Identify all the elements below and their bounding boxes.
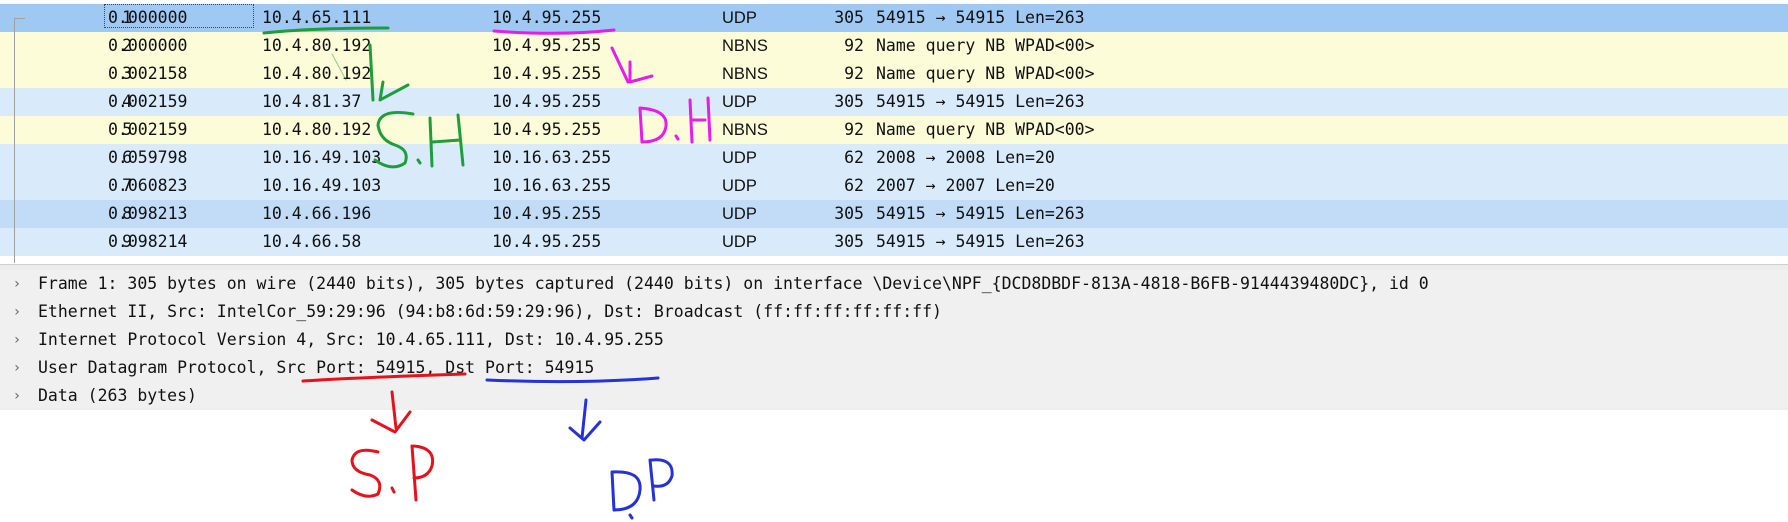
packet-cell-info: 54915 → 54915 Len=263 bbox=[876, 8, 1085, 27]
packet-cell-proto: UDP bbox=[722, 177, 757, 195]
packet-cell-src: 10.4.80.192 bbox=[262, 36, 372, 55]
focus-cell-outline bbox=[104, 4, 254, 28]
packet-cell-len: 92 bbox=[844, 120, 864, 139]
packet-cell-dst: 10.4.95.255 bbox=[492, 120, 602, 139]
chevron-right-icon[interactable]: › bbox=[10, 298, 24, 326]
detail-tree-item[interactable]: › User Datagram Protocol, Src Port: 54915… bbox=[0, 354, 1788, 382]
packet-cell-src: 10.4.80.192 bbox=[262, 64, 372, 83]
packet-cell-proto: NBNS bbox=[722, 121, 768, 139]
packet-row[interactable]: 2 0.000000 10.4.80.192 10.4.95.255 NBNS 92 Nam… bbox=[0, 32, 1788, 60]
packet-cell-src: 10.16.49.103 bbox=[262, 148, 382, 167]
packet-cell-src: 10.4.66.58 bbox=[262, 232, 362, 251]
detail-tree-item[interactable]: › Frame 1: 305 bytes on wire (2440 bits),… bbox=[0, 270, 1788, 298]
packet-cell-len: 305 bbox=[834, 204, 864, 223]
packet-cell-proto: UDP bbox=[722, 93, 757, 111]
detail-tree-item-label: Internet Protocol Version 4, Src: 10.4.6… bbox=[38, 330, 664, 349]
packet-cell-proto: NBNS bbox=[722, 65, 768, 83]
packet-cell-src: 10.16.49.103 bbox=[262, 176, 382, 195]
detail-tree-item[interactable]: › Internet Protocol Version 4, Src: 10.4.… bbox=[0, 326, 1788, 354]
packet-cell-dst: 10.16.63.255 bbox=[492, 176, 612, 195]
detail-tree-item-label: Data (263 bytes) bbox=[38, 386, 197, 405]
packet-cell-info: Name query NB WPAD<00> bbox=[876, 36, 1095, 55]
packet-cell-time: 0.002159 bbox=[108, 120, 188, 139]
detail-tree-item[interactable]: › Ethernet II, Src: IntelCor_59:29:96 (94… bbox=[0, 298, 1788, 326]
packet-list: 1 0.000000 10.4.65.111 10.4.95.255 UDP 305 549… bbox=[0, 0, 1788, 264]
detail-tree-item-label: Ethernet II, Src: IntelCor_59:29:96 (94:… bbox=[38, 302, 942, 321]
packet-cell-info: 54915 → 54915 Len=263 bbox=[876, 232, 1085, 251]
packet-cell-src: 10.4.80.192 bbox=[262, 120, 372, 139]
detail-tree-item-label: User Datagram Protocol, Src Port: 54915,… bbox=[38, 358, 595, 377]
packet-cell-len: 92 bbox=[844, 36, 864, 55]
packet-row[interactable]: 7 0.060823 10.16.49.103 10.16.63.255 UDP 62 20… bbox=[0, 172, 1788, 200]
packet-cell-len: 92 bbox=[844, 64, 864, 83]
packet-cell-info: 54915 → 54915 Len=263 bbox=[876, 92, 1085, 111]
packet-cell-time: 0.000000 bbox=[108, 36, 188, 55]
packet-cell-dst: 10.4.95.255 bbox=[492, 36, 602, 55]
packet-details-empty-area bbox=[0, 410, 1788, 522]
chevron-right-icon[interactable]: › bbox=[10, 270, 24, 298]
packet-row[interactable]: 6 0.059798 10.16.49.103 10.16.63.255 UDP 62 20… bbox=[0, 144, 1788, 172]
packet-cell-dst: 10.4.95.255 bbox=[492, 232, 602, 251]
packet-details-pane: › Frame 1: 305 bytes on wire (2440 bits),… bbox=[0, 270, 1788, 410]
packet-cell-info: 2008 → 2008 Len=20 bbox=[876, 148, 1055, 167]
packet-cell-proto: UDP bbox=[722, 9, 757, 27]
packet-cell-time: 0.002159 bbox=[108, 92, 188, 111]
packet-cell-proto: UDP bbox=[722, 149, 757, 167]
packet-row[interactable]: 1 0.000000 10.4.65.111 10.4.95.255 UDP 305 549… bbox=[0, 4, 1788, 32]
packet-cell-dst: 10.4.95.255 bbox=[492, 64, 602, 83]
packet-cell-time: 0.002158 bbox=[108, 64, 188, 83]
packet-cell-time: 0.098214 bbox=[108, 232, 188, 251]
packet-cell-len: 305 bbox=[834, 232, 864, 251]
chevron-right-icon[interactable]: › bbox=[10, 354, 24, 382]
detail-tree-item[interactable]: › Data (263 bytes) bbox=[0, 382, 1788, 410]
packet-cell-src: 10.4.81.37 bbox=[262, 92, 362, 111]
packet-cell-src: 10.4.65.111 bbox=[262, 8, 372, 27]
conversation-bracket bbox=[14, 18, 25, 263]
packet-cell-len: 62 bbox=[844, 148, 864, 167]
packet-row[interactable]: 9 0.098214 10.4.66.58 10.4.95.255 UDP 305 5491… bbox=[0, 228, 1788, 256]
packet-cell-time: 0.098213 bbox=[108, 204, 188, 223]
packet-cell-len: 62 bbox=[844, 176, 864, 195]
packet-cell-len: 305 bbox=[834, 92, 864, 111]
packet-cell-src: 10.4.66.196 bbox=[262, 204, 372, 223]
packet-cell-dst: 10.4.95.255 bbox=[492, 8, 602, 27]
packet-row[interactable]: 4 0.002159 10.4.81.37 10.4.95.255 UDP 305 5491… bbox=[0, 88, 1788, 116]
packet-row[interactable]: 5 0.002159 10.4.80.192 10.4.95.255 NBNS 92 Nam… bbox=[0, 116, 1788, 144]
packet-cell-proto: UDP bbox=[722, 205, 757, 223]
chevron-right-icon[interactable]: › bbox=[10, 382, 24, 410]
packet-cell-info: 2007 → 2007 Len=20 bbox=[876, 176, 1055, 195]
packet-row[interactable]: 3 0.002158 10.4.80.192 10.4.95.255 NBNS 92 Nam… bbox=[0, 60, 1788, 88]
packet-cell-time: 0.059798 bbox=[108, 148, 188, 167]
packet-cell-dst: 10.16.63.255 bbox=[492, 148, 612, 167]
packet-cell-info: Name query NB WPAD<00> bbox=[876, 120, 1095, 139]
packet-cell-dst: 10.4.95.255 bbox=[492, 92, 602, 111]
packet-cell-len: 305 bbox=[834, 8, 864, 27]
packet-cell-proto: UDP bbox=[722, 233, 757, 251]
packet-cell-info: 54915 → 54915 Len=263 bbox=[876, 204, 1085, 223]
packet-cell-proto: NBNS bbox=[722, 37, 768, 55]
packet-cell-time: 0.060823 bbox=[108, 176, 188, 195]
detail-tree-item-label: Frame 1: 305 bytes on wire (2440 bits), … bbox=[38, 274, 1429, 293]
packet-row[interactable]: 8 0.098213 10.4.66.196 10.4.95.255 UDP 305 549… bbox=[0, 200, 1788, 228]
chevron-right-icon[interactable]: › bbox=[10, 326, 24, 354]
packet-cell-dst: 10.4.95.255 bbox=[492, 204, 602, 223]
packet-cell-info: Name query NB WPAD<00> bbox=[876, 64, 1095, 83]
